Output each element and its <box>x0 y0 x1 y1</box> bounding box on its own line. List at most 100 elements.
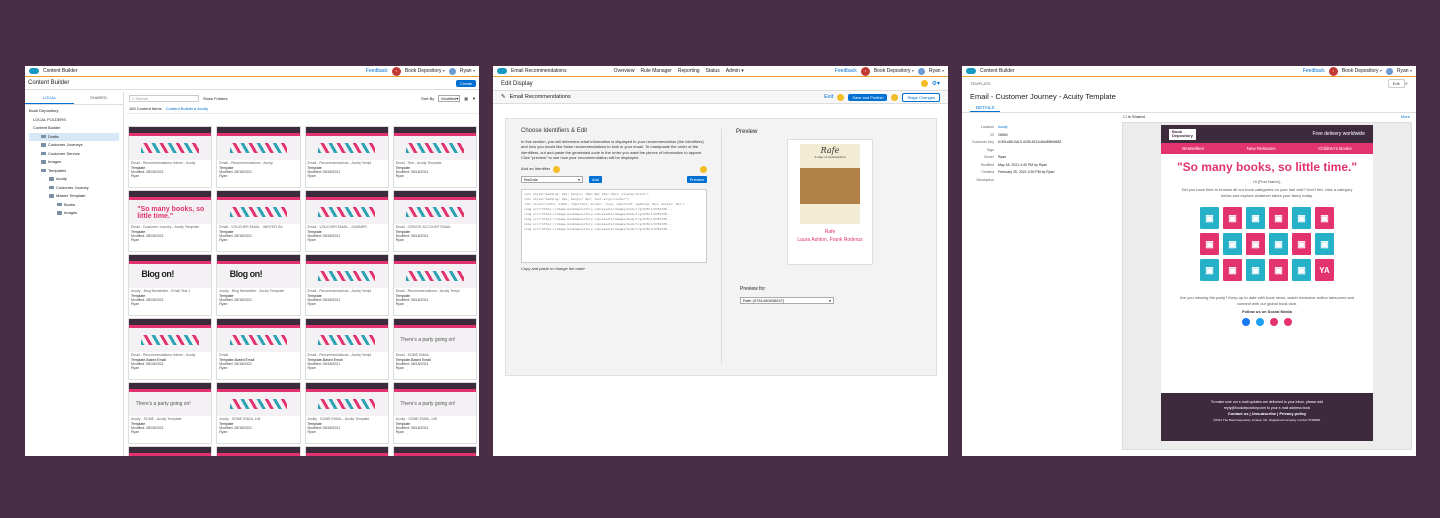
content-card[interactable]: Email - VOUCHER EMAIL - SUMMER Template Mo… <box>304 190 389 252</box>
close-icon[interactable]: ✕ <box>1405 81 1408 86</box>
user-menu[interactable]: Ryan ▾ <box>1397 68 1412 74</box>
content-card[interactable] <box>304 446 389 456</box>
folder-item[interactable]: Master Template <box>29 192 119 201</box>
nav-rule-manager[interactable]: Rule Manager <box>637 66 674 76</box>
help-icon[interactable] <box>553 165 561 173</box>
email-nav-bestsellers[interactable]: Bestsellers <box>1182 146 1204 151</box>
category-tile[interactable]: ▣ <box>1223 259 1242 281</box>
settings-gear-icon[interactable]: ⚙▾ <box>932 80 940 87</box>
breadcrumb[interactable]: Content Builder ▸ Acuity <box>166 106 208 111</box>
help-icon[interactable] <box>837 93 845 101</box>
folder-item[interactable]: Books <box>29 201 119 210</box>
category-tile[interactable]: ▣ <box>1292 259 1311 281</box>
folder-item[interactable]: Content Builder <box>29 124 119 133</box>
category-tile[interactable]: ▣ <box>1200 207 1219 229</box>
folder-item[interactable]: Book Depository <box>29 107 119 116</box>
nav-admin[interactable]: Admin ▾ <box>723 66 747 76</box>
category-tile[interactable]: ▣ <box>1223 207 1242 229</box>
facebook-icon[interactable] <box>1242 318 1250 326</box>
content-card[interactable]: Email - Recommendations - Acuity Templ Te… <box>392 254 477 316</box>
feedback-link[interactable]: Feedback <box>835 68 857 74</box>
book-title[interactable]: Rafe <box>788 229 872 235</box>
user-menu[interactable]: Ryan ▾ <box>460 68 475 74</box>
account-switcher[interactable]: Book Depository ▾ <box>1342 68 1382 74</box>
category-tile[interactable]: ▣ <box>1269 259 1288 281</box>
code-textarea[interactable]: <div style="padding: 0px; margin: 10px 0… <box>521 189 707 263</box>
content-card[interactable]: Email - Recommendations - Acuity Templ Te… <box>304 254 389 316</box>
folder-item[interactable]: Customer Service <box>29 150 119 159</box>
folder-item[interactable]: Images <box>29 158 119 167</box>
email-nav-childrens[interactable]: Children's Books <box>1318 146 1352 151</box>
tab-details[interactable]: DETAILS <box>970 104 1001 112</box>
content-card[interactable]: Email - Recommendations - Acuity Templ Te… <box>304 318 389 380</box>
sort-select[interactable]: Modified ▾ <box>438 94 461 102</box>
content-card[interactable]: Email - Recommendations Interm - Acuity T… <box>128 318 213 380</box>
content-card[interactable]: "So many books, so little time." Email - … <box>128 190 213 252</box>
content-card[interactable]: Acuity - SOME EMAIL 108 Template Modified:… <box>216 382 301 444</box>
notification-badge[interactable]: • <box>391 66 401 76</box>
is-shared-toggle[interactable]: ☐ Is Shared <box>1123 114 1145 119</box>
content-card[interactable]: Email - Recommendations Interm - Acuity T… <box>128 126 213 188</box>
grid-view-icon[interactable]: ▦ <box>464 96 468 101</box>
nav-reporting[interactable]: Reporting <box>675 66 703 76</box>
show-folders-toggle[interactable]: Show Folders <box>203 96 227 101</box>
help-icon[interactable] <box>891 93 899 101</box>
content-card[interactable]: Email - VOUCHER EMAIL - WINTER SA Templat… <box>216 190 301 252</box>
preview-for-select[interactable]: Rafe (9781450838037) ▾ <box>740 297 834 304</box>
folder-item[interactable]: Drafts <box>29 132 119 141</box>
category-tile[interactable]: ▣ <box>1315 207 1334 229</box>
content-card[interactable] <box>392 446 477 456</box>
content-card[interactable]: Email - CREATE ACCOUNT EMAIL Template Modi… <box>392 190 477 252</box>
category-tile[interactable]: ▣ <box>1292 207 1311 229</box>
add-button[interactable]: Add <box>589 175 603 183</box>
identifier-select[interactable]: BisDate ▾ <box>521 175 583 183</box>
category-tile[interactable]: ▣ <box>1315 233 1334 255</box>
content-card[interactable]: Email Template-Based Email Modified: 08/18… <box>216 318 301 380</box>
nav-overview[interactable]: Overview <box>611 66 638 76</box>
content-card[interactable]: Email - Test - Acuity Template Template Mo… <box>392 126 477 188</box>
folder-item[interactable]: Templates <box>29 167 119 176</box>
save-and-publish-button[interactable]: Save and Publish <box>848 93 888 101</box>
tab-shared[interactable]: SHARED <box>74 92 123 104</box>
folder-item[interactable]: LOCAL FOLDERS <box>29 116 119 125</box>
search-input[interactable]: ⌕ Search <box>129 94 199 102</box>
email-nav-new-releases[interactable]: New Releases <box>1247 146 1276 151</box>
account-switcher[interactable]: Book Depository ▾ <box>405 68 445 74</box>
content-card[interactable]: Blog on! Acuity - Blog Newsletter - Email… <box>128 254 213 316</box>
folder-item[interactable]: Customer Journey <box>29 184 119 193</box>
content-card[interactable] <box>128 446 213 456</box>
category-tile[interactable]: ▣ <box>1200 233 1219 255</box>
avatar[interactable] <box>917 67 925 75</box>
category-tile[interactable]: ▣ <box>1269 233 1288 255</box>
help-icon[interactable] <box>920 80 928 87</box>
exit-button[interactable]: Exit <box>824 94 833 100</box>
edit-button[interactable]: Edit <box>1387 78 1405 88</box>
category-tile[interactable]: ▣ <box>1223 233 1242 255</box>
content-card[interactable]: Acuity - SOME EMAIL - Acuity Template Tem… <box>304 382 389 444</box>
feedback-link[interactable]: Feedback <box>1303 68 1325 74</box>
category-tile[interactable]: ▣ <box>1292 233 1311 255</box>
more-link[interactable]: More <box>1401 114 1410 119</box>
folder-item[interactable]: Acuity <box>29 175 119 184</box>
content-card[interactable]: Email - Recommendations - Acuity Templ Te… <box>304 126 389 188</box>
avatar[interactable] <box>448 67 456 75</box>
user-menu[interactable]: Ryan ▾ <box>929 68 944 74</box>
folder-item[interactable]: Customer Journeys <box>29 141 119 150</box>
content-card[interactable]: There's a party going on! Email - SOME EM… <box>392 318 477 380</box>
category-tile[interactable]: ▣ <box>1246 207 1265 229</box>
category-tile[interactable]: ▣ <box>1246 259 1265 281</box>
content-card[interactable] <box>216 446 301 456</box>
filter-icon[interactable]: ▼ <box>472 96 476 101</box>
help-icon[interactable] <box>700 165 707 173</box>
avatar[interactable] <box>1385 67 1393 75</box>
tab-local[interactable]: LOCAL <box>25 92 74 104</box>
twitter-icon[interactable] <box>1256 318 1264 326</box>
stage-changes-button[interactable]: Stage Changes <box>902 92 940 102</box>
content-card[interactable]: Email - Recommendations - Acuity Template… <box>216 126 301 188</box>
account-switcher[interactable]: Book Depository ▾ <box>874 68 914 74</box>
category-tile[interactable]: YA <box>1315 259 1334 281</box>
nav-status[interactable]: Status <box>703 66 723 76</box>
create-button[interactable]: Create <box>455 79 476 87</box>
category-tile[interactable]: ▣ <box>1269 207 1288 229</box>
notification-badge[interactable]: • <box>1328 66 1338 76</box>
